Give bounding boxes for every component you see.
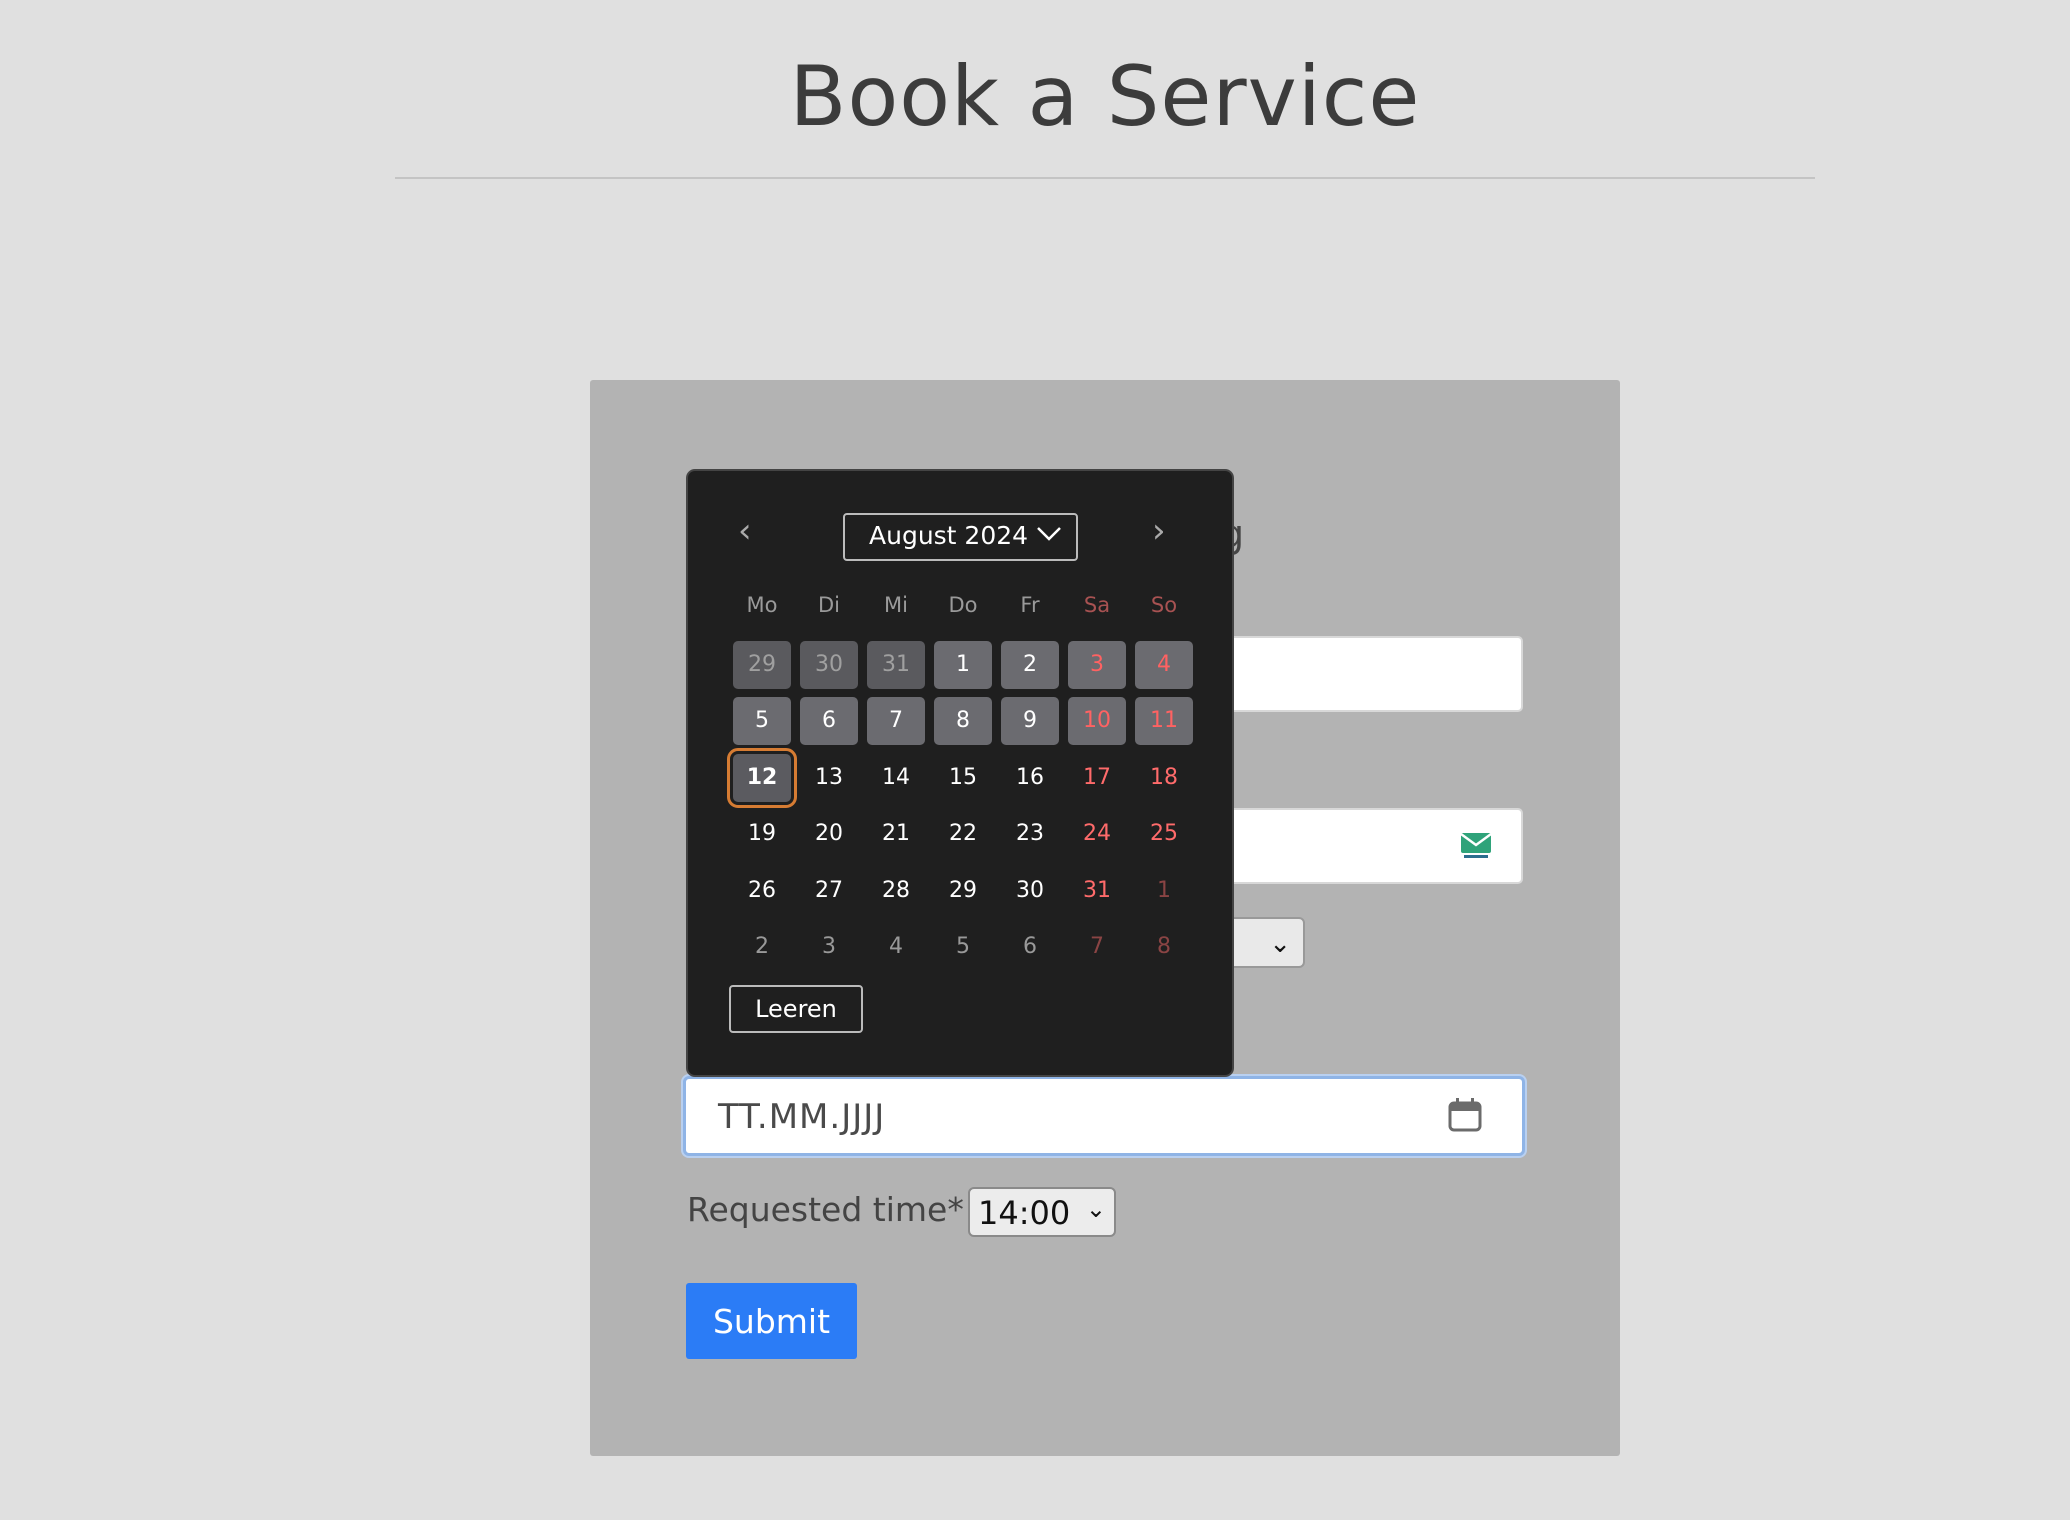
calendar-day[interactable]: 1 <box>934 641 992 689</box>
calendar-day[interactable]: 19 <box>733 810 791 858</box>
weekday-label: So <box>1150 593 1178 617</box>
title-divider <box>395 177 1815 179</box>
date-placeholder: TT.MM.JJJJ <box>718 1097 886 1137</box>
calendar-day[interactable]: 23 <box>1001 810 1059 858</box>
date-input[interactable]: TT.MM.JJJJ <box>683 1076 1525 1156</box>
calendar-icon[interactable] <box>1448 1097 1482 1133</box>
name-field[interactable] <box>1190 636 1523 712</box>
calendar-day[interactable]: 29 <box>934 867 992 915</box>
calendar-day[interactable]: 24 <box>1068 810 1126 858</box>
calendar-day[interactable]: 28 <box>867 867 925 915</box>
calendar-day-today[interactable]: 12 <box>727 748 797 808</box>
calendar-day[interactable]: 20 <box>800 810 858 858</box>
weekday-label: Mo <box>746 593 778 617</box>
calendar-day[interactable]: 9 <box>1001 697 1059 745</box>
calendar-day[interactable]: 7 <box>867 697 925 745</box>
calendar-day[interactable]: 2 <box>1001 641 1059 689</box>
chevron-right-icon[interactable]: › <box>1152 511 1166 551</box>
calendar-day[interactable]: 5 <box>733 697 791 745</box>
chevron-left-icon[interactable]: ‹ <box>738 511 752 551</box>
page-title: Book a Service <box>789 48 1421 145</box>
calendar-day[interactable]: 15 <box>934 754 992 802</box>
submit-button[interactable]: Submit <box>686 1283 857 1359</box>
weekday-label: Sa <box>1083 593 1111 617</box>
calendar-day[interactable]: 30 <box>800 641 858 689</box>
weekday-label: Di <box>817 593 840 617</box>
calendar-day[interactable]: 4 <box>867 923 925 971</box>
requested-time-select[interactable]: 14:00 ⌄ <box>968 1187 1116 1237</box>
tempmail-icon[interactable] <box>1460 831 1492 861</box>
calendar-day[interactable]: 16 <box>1001 754 1059 802</box>
calendar-day[interactable]: 14 <box>867 754 925 802</box>
calendar-day[interactable]: 25 <box>1135 810 1193 858</box>
calendar-day[interactable]: 22 <box>934 810 992 858</box>
calendar-day[interactable]: 6 <box>1001 923 1059 971</box>
calendar-day[interactable]: 27 <box>800 867 858 915</box>
calendar-day[interactable]: 29 <box>733 641 791 689</box>
date-picker-popup: ‹ August 2024 › Mo Di Mi Do Fr Sa So Leeren 29… <box>686 469 1234 1077</box>
chevron-down-icon <box>1037 527 1061 541</box>
calendar-day[interactable]: 6 <box>800 697 858 745</box>
calendar-day[interactable]: 8 <box>934 697 992 745</box>
calendar-day[interactable]: 31 <box>1068 867 1126 915</box>
calendar-day[interactable]: 3 <box>1068 641 1126 689</box>
calendar-day[interactable]: 31 <box>867 641 925 689</box>
chevron-down-icon: ⌄ <box>1269 929 1291 959</box>
month-year-label: August 2024 <box>869 521 1029 550</box>
calendar-day[interactable]: 13 <box>800 754 858 802</box>
weekday-label: Mi <box>884 593 908 617</box>
calendar-day[interactable]: 8 <box>1135 923 1193 971</box>
month-year-select[interactable]: August 2024 <box>843 513 1078 561</box>
calendar-day[interactable]: 26 <box>733 867 791 915</box>
calendar-day[interactable]: 2 <box>733 923 791 971</box>
calendar-day[interactable]: 10 <box>1068 697 1126 745</box>
weekday-label: Fr <box>1020 593 1040 617</box>
calendar-day[interactable]: 18 <box>1135 754 1193 802</box>
calendar-day[interactable]: 5 <box>934 923 992 971</box>
calendar-day[interactable]: 1 <box>1135 867 1193 915</box>
clear-button[interactable]: Leeren <box>729 985 863 1033</box>
requested-time-label: Requested time* <box>687 1190 964 1229</box>
requested-time-value: 14:00 <box>978 1194 1071 1232</box>
calendar-day[interactable]: 4 <box>1135 641 1193 689</box>
calendar-day[interactable]: 17 <box>1068 754 1126 802</box>
calendar-day[interactable]: 21 <box>867 810 925 858</box>
chevron-down-icon: ⌄ <box>1085 1195 1106 1223</box>
calendar-day[interactable]: 3 <box>800 923 858 971</box>
calendar-day[interactable]: 11 <box>1135 697 1193 745</box>
calendar-day[interactable]: 30 <box>1001 867 1059 915</box>
calendar-day[interactable]: 7 <box>1068 923 1126 971</box>
weekday-label: Do <box>948 593 978 617</box>
